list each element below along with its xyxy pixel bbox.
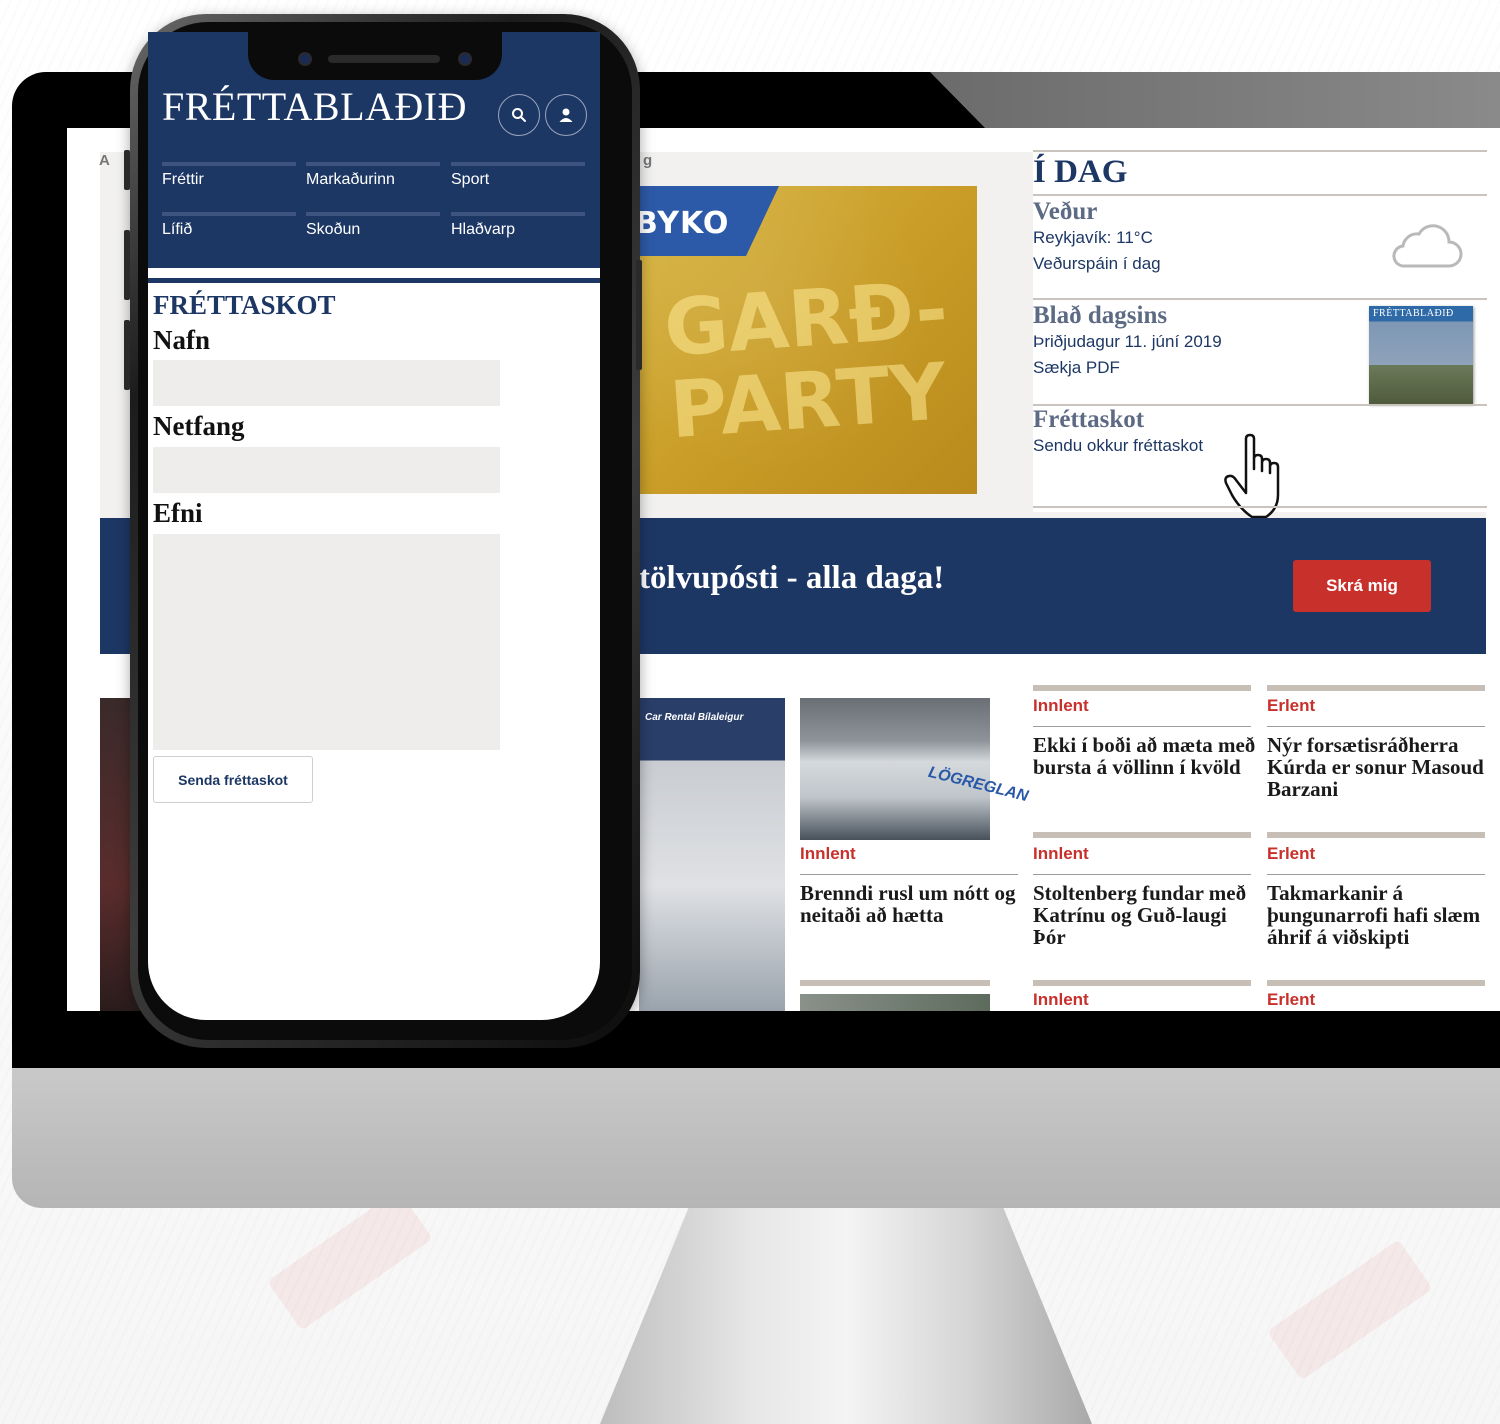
subject-label: Efni <box>153 498 203 528</box>
byko-logo: BYKO <box>635 206 730 241</box>
category-bar <box>1033 832 1251 838</box>
article-headline[interactable]: Takmarkanir á þungunarrofi hafi slæm áhr… <box>1267 882 1492 948</box>
article-category[interactable]: Erlent <box>1267 844 1315 864</box>
subject-textarea[interactable] <box>153 534 500 750</box>
article-category[interactable]: Innlent <box>1033 844 1089 864</box>
paper-heading: Blað dagsins <box>1033 302 1168 329</box>
section-title: FRÉTTASKOT <box>153 290 336 320</box>
article-category[interactable]: Innlent <box>1033 696 1089 716</box>
category-bar <box>800 980 990 986</box>
divider <box>1267 874 1485 875</box>
divider <box>1267 726 1485 727</box>
site-logo[interactable]: FRÉTTABLAÐIÐ <box>162 83 467 130</box>
phone-side-button <box>636 260 642 370</box>
today-title: Í DAG <box>1033 154 1128 190</box>
article-category[interactable]: Innlent <box>1033 990 1089 1010</box>
article-headline[interactable]: Brenndi rusl um nótt og neitaði að hætta <box>800 882 1025 926</box>
phone-side-button <box>124 320 130 390</box>
weather-forecast-link[interactable]: Veðurspáin í dag <box>1033 254 1161 274</box>
nav-bar <box>306 162 440 166</box>
category-bar <box>1033 980 1251 986</box>
tip-link[interactable]: Sendu okkur fréttaskot <box>1033 436 1203 456</box>
divider <box>1033 194 1487 196</box>
nav-bar <box>162 162 296 166</box>
paper-thumbnail[interactable] <box>1369 306 1473 404</box>
category-bar <box>1267 685 1485 691</box>
nav-bar <box>451 212 585 216</box>
pdf-link[interactable]: Sækja PDF <box>1033 358 1120 378</box>
email-field[interactable] <box>153 447 500 493</box>
nav-item-skodun[interactable]: Skoðun <box>306 221 360 239</box>
tip-heading: Fréttaskot <box>1033 406 1145 433</box>
article-photo[interactable] <box>800 994 990 1011</box>
ad-tagline: GARÐ-PARTY <box>661 264 951 457</box>
category-bar <box>1033 685 1251 691</box>
monitor-chin <box>12 1068 1500 1208</box>
weather-heading: Veður <box>1033 198 1098 225</box>
phone-side-button <box>124 150 130 190</box>
paper-thumbnail-title: FRÉTTABLAÐIÐ <box>1373 308 1454 319</box>
monitor-gloss <box>930 72 1500 130</box>
nav-item-frettir[interactable]: Fréttir <box>162 171 204 189</box>
header-rule <box>148 278 600 283</box>
paper-date: Þriðjudagur 11. júní 2019 <box>1033 332 1222 351</box>
nav-bar <box>451 162 585 166</box>
divider <box>1033 150 1487 152</box>
nav-bar <box>162 212 296 216</box>
weather-temp: Reykjavík: 11°C <box>1033 228 1153 247</box>
article-category[interactable]: Innlent <box>800 844 856 864</box>
cloud-icon <box>1392 224 1463 268</box>
submit-button[interactable]: Senda fréttaskot <box>153 756 313 803</box>
account-button[interactable] <box>545 94 587 136</box>
name-label: Nafn <box>153 325 211 355</box>
phone-camera <box>458 52 472 66</box>
site-label: A <box>99 152 110 169</box>
phone-camera <box>298 52 312 66</box>
signup-button[interactable]: Skrá mig <box>1293 560 1431 612</box>
phone-side-button <box>124 230 130 300</box>
article-category[interactable]: Erlent <box>1267 696 1315 716</box>
nav-item-hladvarp[interactable]: Hlaðvarp <box>451 221 515 239</box>
article-headline[interactable]: Nýr forsætisráðherra Kúrda er sonur Maso… <box>1267 734 1492 800</box>
divider <box>1033 506 1487 508</box>
divider <box>1033 726 1251 727</box>
article-category[interactable]: Erlent <box>1267 990 1315 1010</box>
article-photo[interactable] <box>800 698 990 840</box>
photo-caption: Car Rental Bílaleigur <box>645 712 744 723</box>
divider <box>1033 874 1251 875</box>
category-bar <box>1267 832 1485 838</box>
article-headline[interactable]: Stoltenberg fundar með Katrínu og Guð-la… <box>1033 882 1258 948</box>
user-icon <box>559 108 573 122</box>
nav-bar <box>306 212 440 216</box>
nav-item-markadurinn[interactable]: Markaðurinn <box>306 171 395 189</box>
site-label: g <box>643 152 653 169</box>
email-label: Netfang <box>153 411 245 441</box>
article-headline[interactable]: Ekki í boði að mæta með bursta á völlinn… <box>1033 734 1258 778</box>
nav-item-sport[interactable]: Sport <box>451 171 489 189</box>
name-field[interactable] <box>153 360 500 406</box>
search-button[interactable] <box>498 94 540 136</box>
search-icon <box>512 108 526 122</box>
nav-item-lifid[interactable]: Lífið <box>162 221 192 239</box>
category-bar <box>1267 980 1485 986</box>
divider <box>1033 298 1487 300</box>
divider <box>800 874 1018 875</box>
newsletter-text: tölvupósti - alla daga! <box>639 560 945 596</box>
phone-speaker <box>328 55 440 63</box>
article-photo[interactable] <box>639 698 785 1011</box>
